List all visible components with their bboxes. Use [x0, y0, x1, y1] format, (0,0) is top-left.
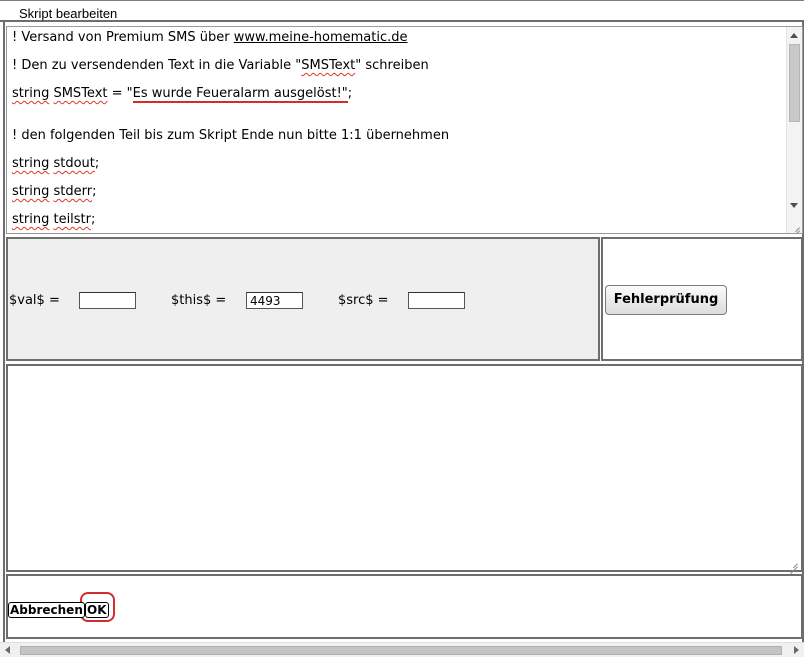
code-misspelled: string — [12, 184, 50, 199]
script-editor[interactable]: ! Versand von Premium SMS über www.meine… — [6, 26, 803, 234]
scroll-down-icon[interactable] — [790, 203, 798, 208]
code-misspelled: SMSText — [301, 58, 356, 73]
code-line-3: string SMSText = "Es wurde Feueralarm au… — [12, 86, 353, 103]
code-link[interactable]: www.meine-homematic.de — [234, 30, 408, 45]
error-check-button[interactable]: Fehlerprüfung — [605, 285, 727, 315]
editor-vertical-scrollbar[interactable] — [786, 27, 802, 233]
code-text: " schreiben — [355, 58, 429, 73]
code-text: = " — [107, 86, 133, 101]
page-horizontal-scrollbar[interactable] — [0, 642, 804, 657]
code-misspelled: string — [12, 156, 50, 171]
code-misspelled: teilstr — [53, 212, 92, 227]
scroll-thumb[interactable] — [789, 44, 800, 122]
code-text: ; — [347, 86, 353, 101]
code-line-4: ! den folgenden Teil bis zum Skript Ende… — [12, 128, 449, 143]
ok-button[interactable]: OK — [85, 602, 109, 618]
code-misspelled: stdout — [53, 156, 95, 171]
code-text: ; — [94, 156, 100, 171]
code-line-6: string stderr; — [12, 184, 96, 199]
val-input[interactable] — [79, 292, 136, 309]
scroll-right-icon[interactable] — [794, 646, 799, 654]
code-text: ! Versand von Premium SMS über — [12, 30, 234, 45]
parameter-panel: $val$ = $this$ = $src$ = — [6, 237, 600, 361]
code-misspelled: SMSText — [53, 86, 108, 101]
dialog-titlebar: Skript bearbeiten — [0, 0, 804, 22]
code-misspelled: stderr — [53, 184, 93, 199]
resize-grip-icon[interactable] — [787, 556, 799, 568]
dialog-left-border — [3, 22, 5, 642]
src-input[interactable] — [408, 292, 465, 309]
this-input[interactable] — [246, 292, 303, 309]
resize-grip-icon[interactable] — [789, 220, 801, 232]
code-text: ; — [92, 184, 97, 199]
this-label: $this$ = — [171, 293, 227, 308]
scroll-up-icon[interactable] — [790, 33, 798, 38]
val-label: $val$ = — [9, 293, 60, 308]
titlebar-top-line — [0, 0, 804, 6]
src-label: $src$ = — [338, 293, 389, 308]
check-panel: Fehlerprüfung — [601, 237, 803, 361]
code-line-2: ! Den zu versendenden Text in die Variab… — [12, 58, 429, 73]
code-line-7: string teilstr; — [12, 212, 95, 227]
code-misspelled: string — [12, 212, 50, 227]
code-line-5: string stdout; — [12, 156, 99, 171]
cancel-button[interactable]: Abbrechen — [8, 602, 85, 618]
dialog-title: Skript bearbeiten — [19, 6, 118, 21]
code-text: ; — [91, 212, 96, 227]
code-text: ! den folgenden Teil bis zum Skript Ende… — [12, 128, 450, 143]
code-misspelled: string — [12, 86, 50, 101]
output-textarea[interactable] — [6, 364, 803, 572]
dialog-footer: Abbrechen OK — [6, 574, 803, 639]
script-editor-text[interactable]: ! Versand von Premium SMS über www.meine… — [7, 27, 787, 233]
scroll-thumb[interactable] — [20, 646, 782, 655]
code-text: ! Den zu versendenden Text in die Variab… — [12, 58, 302, 73]
scroll-left-icon[interactable] — [5, 646, 10, 654]
code-highlighted-string: Es wurde Feueralarm ausgelöst!" — [132, 86, 348, 103]
code-line-1: ! Versand von Premium SMS über www.meine… — [12, 30, 408, 45]
